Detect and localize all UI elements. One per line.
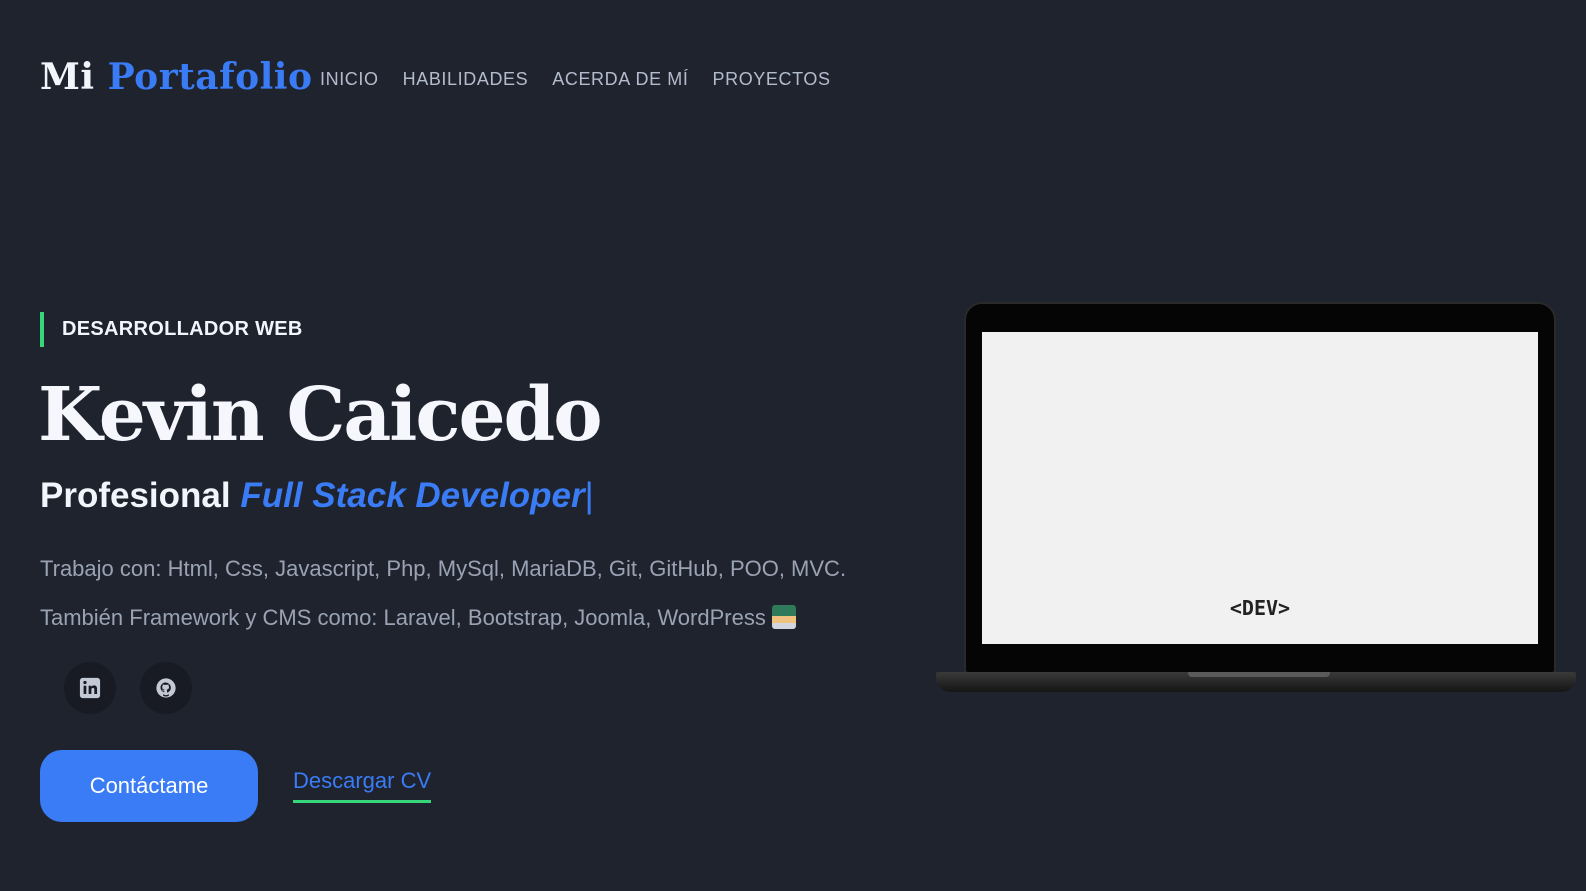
- hero-eyebrow: DESARROLLADOR WEB: [40, 312, 303, 347]
- logo-text-mi: Mi: [40, 56, 95, 98]
- technologist-emoji-icon: [771, 605, 796, 629]
- role-prefix: Profesional: [40, 476, 231, 515]
- github-button[interactable]: [140, 662, 192, 714]
- social-links: [64, 662, 192, 714]
- hero-role: Profesional Full Stack Developer|: [40, 476, 594, 516]
- nav-link-habilidades[interactable]: HABILIDADES: [403, 69, 529, 90]
- linkedin-icon: [79, 677, 101, 699]
- hero-description-2-text: También Framework y CMS como: Laravel, B…: [40, 605, 766, 630]
- page: Mi Portafolio INICIO HABILIDADES ACERDA …: [0, 0, 1586, 891]
- contact-button[interactable]: Contáctame: [40, 750, 258, 822]
- typing-caret: |: [584, 476, 594, 515]
- nav-link-acerca[interactable]: ACERDA DE MÍ: [552, 69, 688, 90]
- laptop-notch: [1188, 672, 1330, 677]
- hero-description-1: Trabajo con: Html, Css, Javascript, Php,…: [40, 556, 847, 581]
- laptop-illustration: <DEV>: [936, 302, 1576, 702]
- download-cv-link[interactable]: Descargar CV: [293, 768, 432, 803]
- github-icon: [156, 678, 176, 698]
- hero-name: Kevin Caicedo: [38, 372, 603, 458]
- nav-link-proyectos[interactable]: PROYECTOS: [712, 69, 830, 90]
- laptop-base: [936, 672, 1576, 692]
- hero-description-2: También Framework y CMS como: Laravel, B…: [40, 605, 796, 631]
- role-highlight: Full Stack Developer: [240, 476, 585, 515]
- laptop-screen-text: <DEV>: [1229, 596, 1291, 620]
- nav-link-inicio[interactable]: INICIO: [320, 69, 379, 90]
- site-logo[interactable]: Mi Portafolio: [40, 56, 312, 98]
- main-nav: INICIO HABILIDADES ACERDA DE MÍ PROYECTO…: [320, 69, 831, 90]
- laptop-screen: <DEV>: [982, 332, 1538, 644]
- laptop-lid: <DEV>: [964, 302, 1556, 674]
- linkedin-button[interactable]: [64, 662, 116, 714]
- logo-text-portafolio: Portafolio: [107, 56, 313, 98]
